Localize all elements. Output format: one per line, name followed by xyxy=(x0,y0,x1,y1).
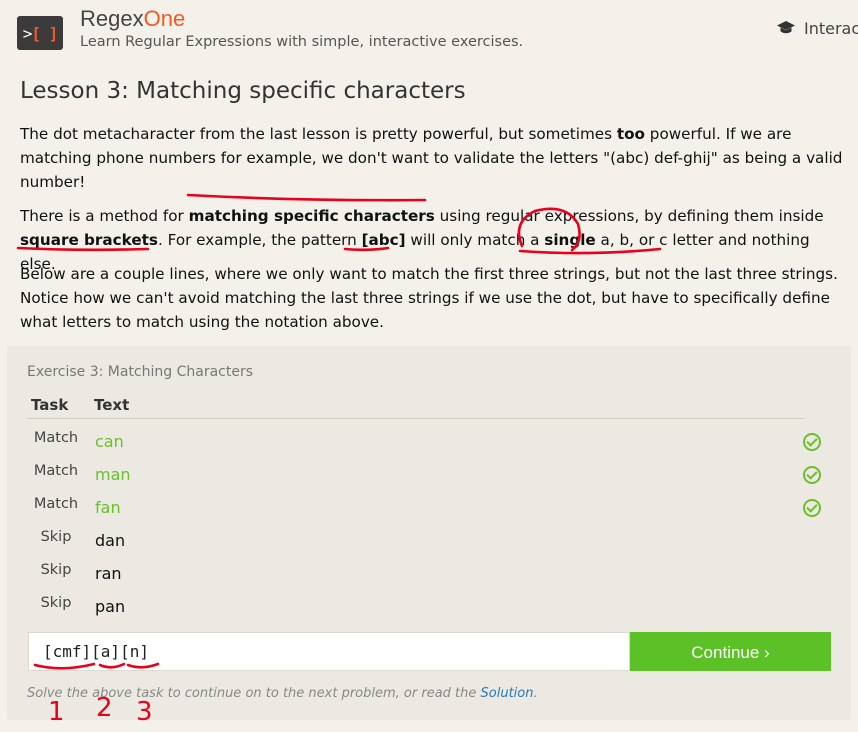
exercise-hint: Solve the above task to continue on to t… xyxy=(27,686,538,701)
lesson-paragraph-3: Below are a couple lines, where we only … xyxy=(20,265,838,331)
row-task: Skip xyxy=(40,595,72,611)
tagline: Learn Regular Expressions with simple, i… xyxy=(80,34,524,50)
row-task: Match xyxy=(33,430,79,446)
exercise-panel: Exercise 3: Matching Characters Task Tex… xyxy=(7,346,851,720)
row-task: Skip xyxy=(40,562,72,578)
check-circle-icon xyxy=(803,433,821,451)
lesson-title: Lesson 3: Matching specific characters xyxy=(20,78,466,104)
row-task: Match xyxy=(33,496,79,512)
lesson-paragraph-1: The dot metacharacter from the last less… xyxy=(20,125,843,191)
solution-link[interactable]: Solution xyxy=(481,686,534,701)
code-abc: [abc] xyxy=(361,231,406,249)
site-header: >[ ] RegexOne Learn Regular Expressions … xyxy=(0,0,858,62)
table-row: Match man xyxy=(27,463,821,493)
table-row: Match can xyxy=(27,430,821,460)
row-text: can xyxy=(95,432,124,451)
graduation-cap-icon xyxy=(777,21,795,34)
row-text: dan xyxy=(95,531,126,550)
row-text: fan xyxy=(95,498,121,517)
row-task: Skip xyxy=(40,529,72,545)
logo-icon[interactable]: >[ ] xyxy=(17,16,63,50)
regex-input[interactable]: [cmf][a][n] xyxy=(28,632,630,671)
row-text: man xyxy=(95,465,131,484)
table-row: Skip dan xyxy=(27,529,807,559)
continue-button[interactable]: Continue › xyxy=(630,632,831,671)
row-text: ran xyxy=(95,564,122,583)
exercise-title: Exercise 3: Matching Characters xyxy=(27,364,254,380)
brand-name[interactable]: RegexOne xyxy=(80,6,185,32)
table-divider xyxy=(27,418,804,419)
table-row: Skip ran xyxy=(27,562,807,592)
check-circle-icon xyxy=(803,466,821,484)
column-header-task: Task xyxy=(31,396,69,414)
table-row: Match fan xyxy=(27,496,821,526)
table-row: Skip pan xyxy=(27,595,807,625)
annotation-underline xyxy=(186,193,427,202)
row-text: pan xyxy=(95,597,126,616)
nav-interactive-tutorial[interactable]: Interac xyxy=(776,19,858,38)
row-task: Match xyxy=(33,463,79,479)
check-circle-icon xyxy=(803,499,821,517)
column-header-text: Text xyxy=(94,396,130,414)
